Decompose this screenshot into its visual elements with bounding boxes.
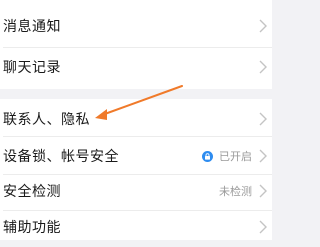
settings-item-label: 设备锁、帐号安全 <box>3 149 119 165</box>
status-text: 未检测 <box>219 183 252 199</box>
chevron-right-icon <box>259 149 267 163</box>
status-text: 已开启 <box>202 148 252 164</box>
status-value: 已开启 <box>219 150 252 163</box>
settings-item-device-lock-security[interactable]: 设备锁、帐号安全 已开启 <box>0 136 272 176</box>
settings-item-label: 联系人、隐私 <box>3 112 90 128</box>
settings-item-label: 安全检测 <box>3 184 61 200</box>
settings-item-chat-history[interactable]: 聊天记录 <box>0 47 272 87</box>
settings-screen: 消息通知 聊天记录 联系人、隐私 设备锁、帐号安全 已开启 安全检测 未检测 辅… <box>0 0 272 240</box>
chevron-right-icon <box>259 60 267 74</box>
settings-group-1: 消息通知 聊天记录 <box>0 0 272 89</box>
chevron-right-icon <box>259 19 267 33</box>
settings-item-label: 消息通知 <box>3 19 61 35</box>
settings-group-2: 联系人、隐私 设备锁、帐号安全 已开启 安全检测 未检测 辅助功能 <box>0 99 272 240</box>
chevron-right-icon <box>259 184 267 198</box>
settings-item-security-check[interactable]: 安全检测 未检测 <box>0 171 272 211</box>
settings-item-contacts-privacy[interactable]: 联系人、隐私 <box>0 99 272 139</box>
settings-item-label: 聊天记录 <box>3 60 61 76</box>
status-value: 未检测 <box>219 185 252 198</box>
chevron-right-icon <box>259 220 267 234</box>
lock-icon <box>202 150 213 162</box>
settings-item-notifications[interactable]: 消息通知 <box>0 6 272 46</box>
settings-item-label: 辅助功能 <box>3 220 61 236</box>
chevron-right-icon <box>259 112 267 126</box>
settings-item-accessibility[interactable]: 辅助功能 <box>0 207 272 247</box>
